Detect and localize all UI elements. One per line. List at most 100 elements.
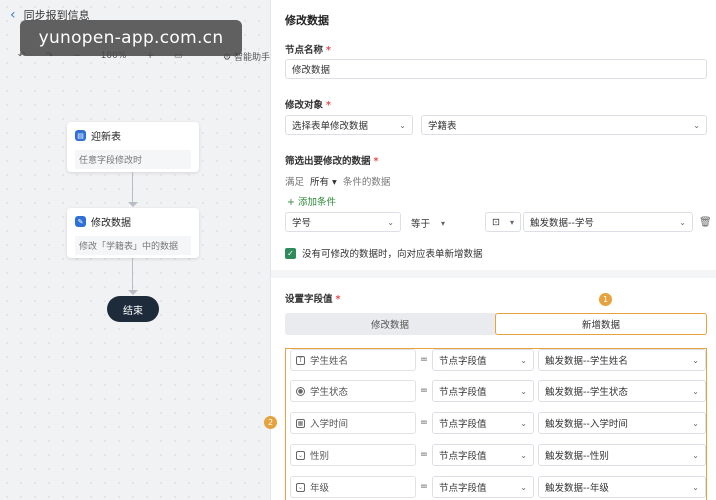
chevron-down-icon: ⌄ xyxy=(692,482,699,492)
trigger-node-title: 迎新表 xyxy=(91,132,121,143)
value-type-select[interactable]: ⊡ ▾ xyxy=(485,212,521,232)
filter-scope-line: 满足 所有 ▾ 条件的数据 xyxy=(285,174,390,188)
checkbox-label: 没有可修改的数据时，向对应表单新增数据 xyxy=(302,249,483,260)
filter-scope-select[interactable]: 所有 ▾ xyxy=(310,174,337,188)
properties-panel: 修改数据 节点名称 * 修改数据 修改对象 * 选择表单修改数据 ⌄ 学籍表 ⌄ 筛选出… xyxy=(264,0,716,500)
field-value: 触发数据--学生姓名 xyxy=(545,356,628,367)
chevron-down-icon: ⌄ xyxy=(692,355,699,365)
chevron-down-icon: ⌄ xyxy=(520,386,527,396)
select-field-icon: ⌄ xyxy=(296,482,305,492)
update-node-title: 修改数据 xyxy=(91,218,131,229)
target-label: 修改对象 * xyxy=(285,100,331,111)
back-arrow-icon[interactable]: ‹ xyxy=(10,7,16,23)
value-source-select[interactable]: 节点字段值 ⌄ xyxy=(432,349,534,371)
field-name: T 学生姓名 xyxy=(290,349,416,371)
field-name-label: 年级 xyxy=(310,483,330,494)
insert-when-empty-checkbox[interactable]: ✓ 没有可修改的数据时，向对应表单新增数据 xyxy=(285,246,483,260)
chevron-down-icon: ⌄ xyxy=(520,482,527,492)
equals-sign: = xyxy=(420,449,428,460)
checkbox-checked-icon: ✓ xyxy=(285,247,296,259)
chevron-down-icon: ⌄ xyxy=(692,450,699,460)
field-name-label: 入学时间 xyxy=(310,419,349,430)
equals-sign: = xyxy=(420,385,428,396)
field-row: ⌄ 年级 = 节点字段值 ⌄ 触发数据--年级 ⌄ xyxy=(286,476,706,500)
end-node[interactable]: 结束 xyxy=(107,296,159,322)
field-value-icon: ⊡ xyxy=(492,216,500,228)
connector-arrow xyxy=(128,290,138,295)
edit-icon: ✎ xyxy=(75,216,86,227)
condition-operator-value: 等于 xyxy=(411,219,431,230)
add-condition-button[interactable]: + 添加条件 xyxy=(287,194,336,208)
value-source-select[interactable]: 节点字段值 ⌄ xyxy=(432,380,534,402)
node-name-label: 节点名称 * xyxy=(285,45,331,56)
chevron-down-icon: ⌄ xyxy=(399,120,406,130)
equals-sign: = xyxy=(420,481,428,492)
target-table-value: 学籍表 xyxy=(428,121,457,132)
trash-icon[interactable]: 🗑 xyxy=(699,217,712,228)
field-values-list: T 学生姓名 = 节点字段值 ⌄ 触发数据--学生姓名 ⌄ ● 学生状态 = 节点字段值… xyxy=(285,348,707,500)
trigger-node[interactable]: ▤ 迎新表 任意字段修改时 xyxy=(67,122,199,172)
filter-label: 筛选出要修改的数据 * xyxy=(285,156,379,167)
panel-title: 修改数据 xyxy=(285,14,329,27)
node-name-input[interactable]: 修改数据 xyxy=(285,59,707,79)
condition-value: 触发数据--学号 xyxy=(530,218,594,229)
watermark: yunopen-app.com.cn xyxy=(20,20,242,56)
text-field-icon: T xyxy=(296,355,305,365)
value-source: 节点字段值 xyxy=(439,356,487,367)
caret-down-icon: ▾ xyxy=(509,217,514,227)
value-source: 节点字段值 xyxy=(439,419,487,430)
chevron-down-icon: ⌄ xyxy=(692,418,699,428)
condition-field-value: 学号 xyxy=(292,218,312,229)
date-field-icon: ▦ xyxy=(296,418,305,428)
target-mode-value: 选择表单修改数据 xyxy=(292,121,369,132)
mode-tabs: 修改数据 新增数据 xyxy=(285,313,707,335)
field-name-label: 性别 xyxy=(310,451,330,462)
chevron-down-icon: ⌄ xyxy=(520,418,527,428)
field-name-label: 学生姓名 xyxy=(310,356,349,367)
field-value-select[interactable]: 触发数据--年级 ⌄ xyxy=(538,476,706,498)
field-name: ⌄ 性别 xyxy=(290,444,416,466)
condition-value-select[interactable]: 触发数据--学号 ⌄ xyxy=(523,212,693,232)
trigger-node-subtitle: 任意字段修改时 xyxy=(75,150,191,169)
chevron-down-icon: ⌄ xyxy=(692,386,699,396)
condition-field-select[interactable]: 学号 ⌄ xyxy=(285,212,401,232)
update-node[interactable]: ✎ 修改数据 修改「学籍表」中的数据 xyxy=(67,208,199,258)
filter-suffix: 条件的数据 xyxy=(342,177,391,188)
field-name-label: 学生状态 xyxy=(310,387,349,398)
filter-scope-value: 所有 xyxy=(310,177,330,188)
chevron-down-icon: ⌄ xyxy=(520,355,527,365)
field-value-select[interactable]: 触发数据--学生状态 ⌄ xyxy=(538,380,706,402)
field-value-select[interactable]: 触发数据--学生姓名 ⌄ xyxy=(538,349,706,371)
equals-sign: = xyxy=(420,417,428,428)
annotation-badge-1: 1 xyxy=(599,293,612,306)
field-value-select[interactable]: 触发数据--性别 ⌄ xyxy=(538,444,706,466)
flow-canvas[interactable]: ‹ 同步报到信息 ↶ ↷ − 100% + ▭ ⚙ 智能助手 ▤ 迎新表 任意字段… xyxy=(0,0,270,500)
tab-update-data[interactable]: 修改数据 xyxy=(285,313,495,335)
select-field-icon: ⌄ xyxy=(296,450,305,460)
chevron-down-icon: ⌄ xyxy=(387,217,394,227)
value-source-select[interactable]: 节点字段值 ⌄ xyxy=(432,444,534,466)
value-source: 节点字段值 xyxy=(439,387,487,398)
target-mode-select[interactable]: 选择表单修改数据 ⌄ xyxy=(285,115,413,135)
connector-arrow xyxy=(128,202,138,207)
update-node-subtitle: 修改「学籍表」中的数据 xyxy=(75,236,191,255)
field-name: ● 学生状态 xyxy=(290,380,416,402)
chevron-down-icon: ⌄ xyxy=(520,450,527,460)
condition-operator-select[interactable]: 等于 ▾ xyxy=(411,216,445,231)
filter-prefix: 满足 xyxy=(285,177,305,188)
field-row: ▦ 入学时间 = 节点字段值 ⌄ 触发数据--入学时间 ⌄ xyxy=(286,412,706,436)
set-values-label: 设置字段值 * xyxy=(285,294,341,305)
chevron-down-icon: ⌄ xyxy=(693,120,700,130)
caret-down-icon: ▾ xyxy=(440,218,445,228)
field-value: 触发数据--年级 xyxy=(545,483,609,494)
radio-field-icon: ● xyxy=(296,386,305,396)
field-value: 触发数据--性别 xyxy=(545,451,609,462)
field-name: ⌄ 年级 xyxy=(290,476,416,498)
value-source-select[interactable]: 节点字段值 ⌄ xyxy=(432,476,534,498)
tab-insert-data[interactable]: 新增数据 xyxy=(495,313,707,335)
value-source-select[interactable]: 节点字段值 ⌄ xyxy=(432,412,534,434)
target-table-select[interactable]: 学籍表 ⌄ xyxy=(421,115,707,135)
field-row: ● 学生状态 = 节点字段值 ⌄ 触发数据--学生状态 ⌄ xyxy=(286,380,706,404)
section-divider xyxy=(271,270,716,278)
field-value-select[interactable]: 触发数据--入学时间 ⌄ xyxy=(538,412,706,434)
